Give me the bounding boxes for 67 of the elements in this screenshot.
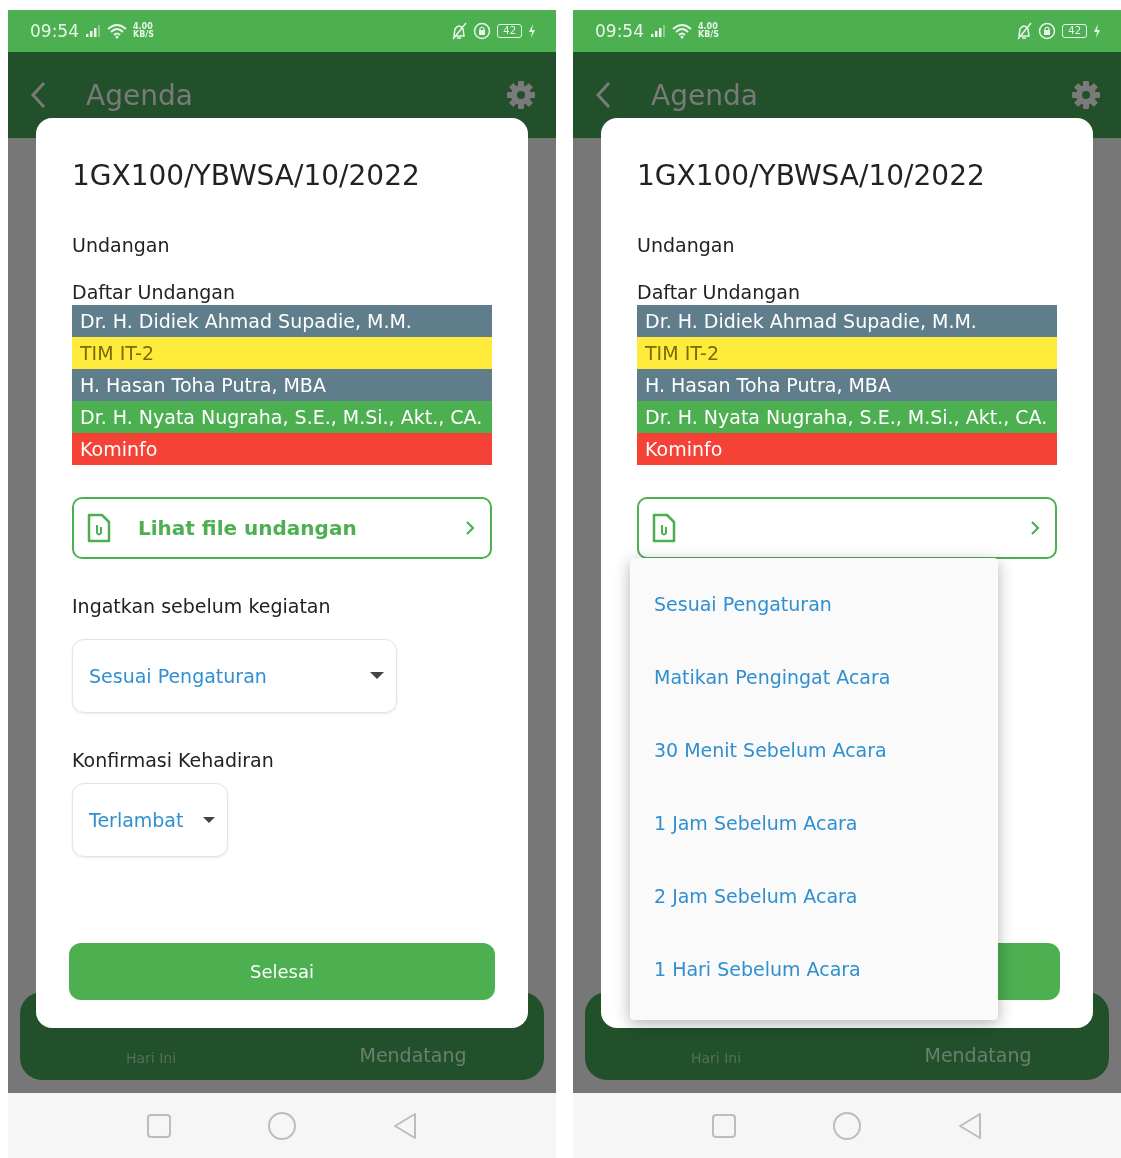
dropdown-arrow-icon bbox=[370, 672, 384, 680]
chevron-icon bbox=[1029, 519, 1041, 537]
file-button[interactable]: Lihat file undangan bbox=[72, 497, 492, 559]
back-icon bbox=[595, 81, 611, 109]
square-icon bbox=[710, 1112, 737, 1139]
settings-icon[interactable] bbox=[506, 80, 536, 110]
nav-tab[interactable]: Mendatang bbox=[359, 1044, 467, 1066]
done-button[interactable]: Selesai bbox=[69, 943, 495, 1000]
battery-level: 42 bbox=[497, 24, 522, 38]
charging-icon bbox=[1093, 23, 1101, 39]
menu-item[interactable]: 1 Hari Sebelum Acara bbox=[630, 944, 998, 1017]
list-label: Daftar Undangan bbox=[637, 280, 801, 305]
back-triangle-icon bbox=[957, 1111, 984, 1140]
muted-bell-icon bbox=[1016, 22, 1033, 40]
home-circle-icon bbox=[832, 1110, 862, 1141]
square-icon bbox=[145, 1112, 172, 1139]
signal-icon bbox=[650, 24, 666, 38]
nav-tab[interactable]: Mendatang bbox=[924, 1044, 1032, 1066]
invitee-row: Kominfo bbox=[72, 433, 492, 465]
invitee-row: Kominfo bbox=[637, 433, 1057, 465]
speed-value: 4.00 bbox=[133, 23, 153, 31]
invitee-row: Dr. H. Didiek Ahmad Supadie, M.M. bbox=[72, 305, 492, 337]
speed-unit: KB/S bbox=[133, 31, 154, 39]
app-title: Agenda bbox=[86, 78, 194, 112]
dropdown-arrow-icon bbox=[203, 816, 216, 824]
invitee-row: H. Hasan Toha Putra, MBA bbox=[637, 369, 1057, 401]
dialog-title: 1GX100/YBWSA/10/2022 bbox=[637, 158, 986, 194]
invitee-row: TIM IT-2 bbox=[72, 337, 492, 369]
menu-item[interactable]: 1 Jam Sebelum Acara bbox=[630, 798, 998, 871]
reminder-label: Ingatkan sebelum kegiatan bbox=[72, 594, 332, 619]
wifi-icon bbox=[107, 23, 127, 39]
home-circle-icon bbox=[267, 1110, 297, 1141]
invitee-row: H. Hasan Toha Putra, MBA bbox=[72, 369, 492, 401]
file-button[interactable] bbox=[637, 497, 1057, 559]
dialog-title: 1GX100/YBWSA/10/2022 bbox=[72, 158, 421, 194]
menu-item[interactable]: Sesuai Pengaturan bbox=[630, 579, 998, 652]
speed-unit: KB/S bbox=[698, 31, 719, 39]
settings-icon[interactable] bbox=[1071, 80, 1101, 110]
back-triangle-icon bbox=[392, 1111, 419, 1140]
menu-item[interactable]: 2 Jam Sebelum Acara bbox=[630, 871, 998, 944]
reminder-dropdown[interactable]: Sesuai Pengaturan bbox=[72, 639, 397, 713]
charging-icon bbox=[528, 23, 536, 39]
invitee-row: Dr. H. Nyata Nugraha, S.E., M.Si., Akt., CA. bbox=[72, 401, 492, 433]
signal-icon bbox=[85, 24, 101, 38]
app-title: Agenda bbox=[651, 78, 759, 112]
rotation-lock-icon bbox=[1038, 22, 1057, 40]
invitee-row: Dr. H. Didiek Ahmad Supadie, M.M. bbox=[637, 305, 1057, 337]
status-time: 09:54 bbox=[595, 21, 644, 41]
battery-level: 42 bbox=[1062, 24, 1087, 38]
list-label: Daftar Undangan bbox=[72, 280, 236, 305]
attendance-dropdown[interactable]: Terlambat bbox=[72, 783, 229, 857]
invitee-row: TIM IT-2 bbox=[637, 337, 1057, 369]
chevron-icon bbox=[464, 519, 476, 537]
speed-value: 4.00 bbox=[698, 23, 718, 31]
menu-item[interactable]: Matikan Pengingat Acara bbox=[630, 652, 998, 725]
attendance-label: Konfirmasi Kehadiran bbox=[72, 748, 275, 773]
status-time: 09:54 bbox=[30, 21, 79, 41]
menu-item[interactable]: 30 Menit Sebelum Acara bbox=[630, 725, 998, 798]
wifi-icon bbox=[672, 23, 692, 39]
rotation-lock-icon bbox=[473, 22, 492, 40]
invitee-row: Dr. H. Nyata Nugraha, S.E., M.Si., Akt., CA. bbox=[637, 401, 1057, 433]
back-icon bbox=[30, 81, 46, 109]
muted-bell-icon bbox=[451, 22, 468, 40]
file-icon bbox=[86, 513, 112, 543]
file-icon bbox=[651, 513, 677, 543]
agenda-type: Undangan bbox=[72, 233, 171, 258]
agenda-type: Undangan bbox=[637, 233, 736, 258]
